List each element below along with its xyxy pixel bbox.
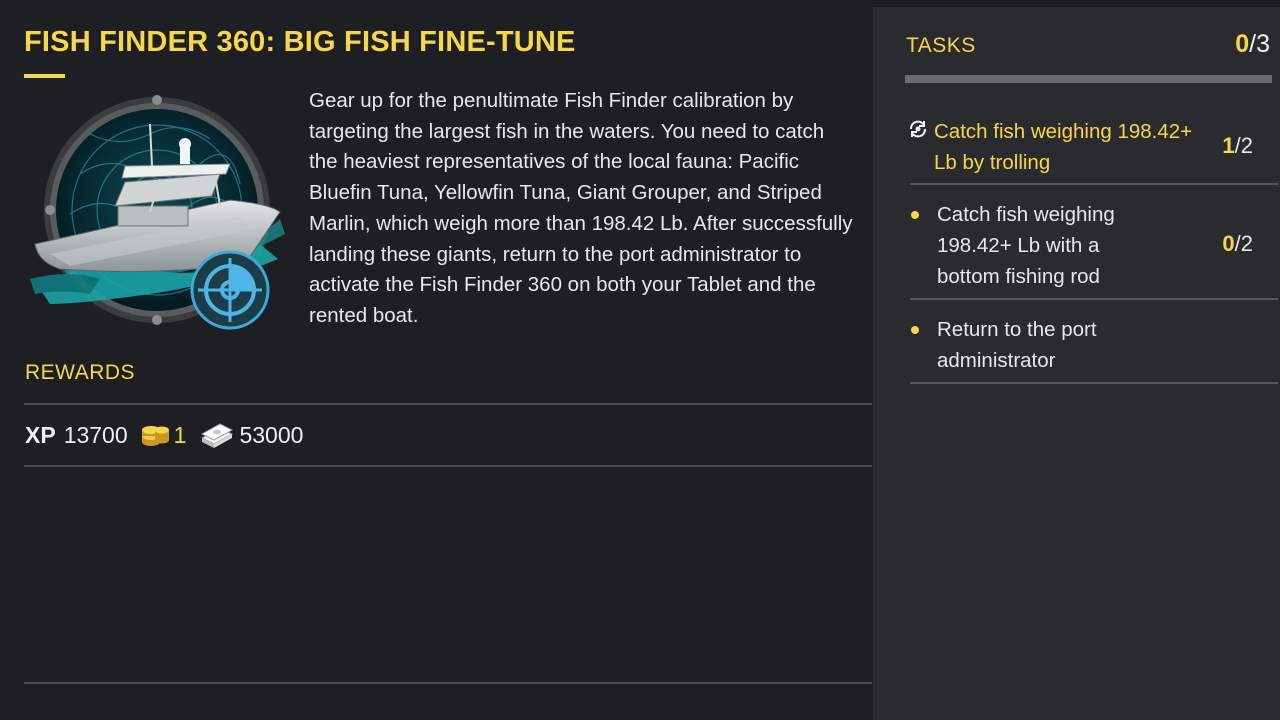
task-progress-total: /2 [1234, 133, 1253, 158]
tasks-total: /3 [1249, 30, 1270, 58]
bullet-dot [911, 211, 919, 219]
task-progress: 1/2 [1222, 133, 1253, 159]
tasks-completed: 0 [1235, 30, 1250, 58]
rewards-divider-top [24, 403, 872, 405]
tasks-progress-count: 0/3 [1235, 30, 1270, 59]
task-progress: 0/2 [1222, 231, 1253, 257]
coins-icon [141, 426, 169, 446]
bullet-dot [911, 326, 919, 334]
task-text: Catch fish weighing 198.42+ Lb with a bo… [937, 203, 1115, 288]
quest-title: FISH FINDER 360: BIG FISH FINE-TUNE [24, 26, 576, 58]
task-text: Return to the port administrator [937, 318, 1097, 372]
quest-description: Gear up for the penultimate Fish Finder … [309, 89, 853, 327]
rewards-heading: REWARDS [25, 361, 136, 384]
xp-value: 13700 [63, 421, 128, 448]
rewards-row: XP 13700 1 53000 [25, 419, 303, 451]
tasks-heading: TASKS [906, 34, 976, 57]
rewards-divider-bottom [24, 465, 872, 467]
task-divider [910, 382, 1278, 384]
task-progress-done: 0 [1222, 231, 1235, 256]
task-divider [910, 183, 1278, 185]
panel-bottom-divider [24, 682, 872, 684]
cash-value: 53000 [239, 421, 304, 448]
quest-details-panel: FISH FINDER 360: BIG FISH FINE-TUNE Gear… [0, 0, 872, 720]
task-text: Catch fish weighing 198.42+ Lb by trolli… [934, 120, 1193, 174]
coins-value: 1 [173, 421, 187, 448]
xp-label: XP [25, 421, 56, 448]
task-progress-total: /2 [1234, 231, 1253, 256]
cash-icon [201, 423, 234, 448]
task-progress-done: 1 [1222, 133, 1235, 158]
tasks-progress-bar [905, 75, 1272, 83]
in-progress-icon [910, 120, 926, 138]
task-divider [910, 298, 1278, 300]
quest-emblem-icon [30, 95, 285, 330]
title-underline [24, 74, 65, 78]
